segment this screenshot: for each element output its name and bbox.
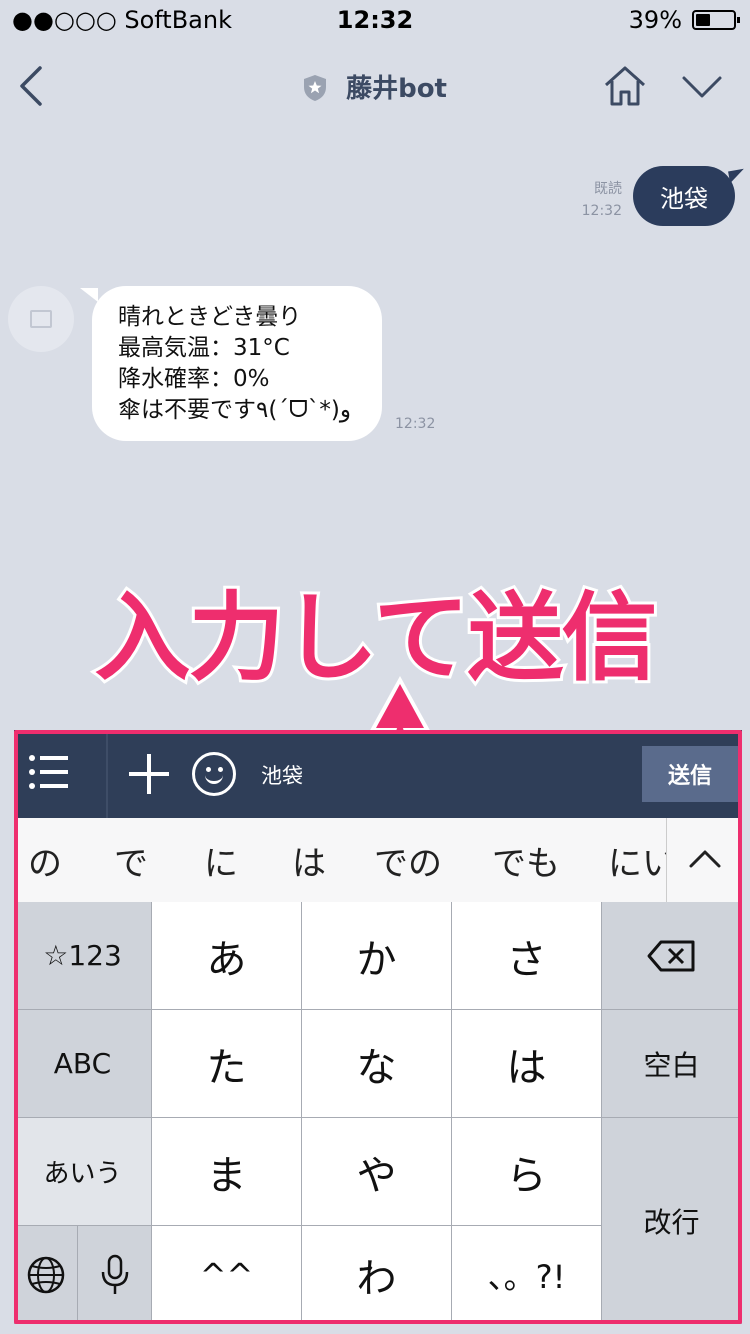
key-punctuation[interactable]: 、。?! xyxy=(452,1226,602,1324)
key-kaomoji[interactable]: ^^ xyxy=(152,1226,302,1324)
sent-message-text: 池袋 xyxy=(660,184,708,213)
emoji-icon[interactable] xyxy=(192,752,236,796)
candidate[interactable]: は xyxy=(292,836,326,885)
image-placeholder-icon xyxy=(30,310,52,328)
expand-candidates-button[interactable] xyxy=(666,818,742,902)
candidate[interactable]: の xyxy=(28,836,62,885)
chevron-down-icon[interactable] xyxy=(678,70,726,102)
message-line: 最高気温：31°C xyxy=(118,335,290,361)
key-ha[interactable]: は xyxy=(452,1010,602,1118)
return-key[interactable]: 改行 xyxy=(602,1118,742,1324)
message-meta: 既読 12:32 xyxy=(570,178,622,222)
candidate[interactable]: で xyxy=(114,836,148,885)
globe-key[interactable] xyxy=(14,1226,78,1324)
candidate[interactable]: に xyxy=(204,836,238,885)
key-ta[interactable]: た xyxy=(152,1010,302,1118)
message-input-bar: 池袋 送信 xyxy=(14,730,742,818)
received-message-bubble[interactable]: 晴れときどき曇り 最高気温：31°C 降水確率：0% 傘は不要です٩(ˊᗜˋ*)… xyxy=(80,286,382,441)
avatar[interactable] xyxy=(8,286,74,352)
status-right: 39% xyxy=(628,6,740,34)
prediction-bar: の で に は での でも にい xyxy=(14,818,742,903)
sent-message-bubble[interactable]: 池袋 xyxy=(633,166,735,226)
chat-header: 藤井bot xyxy=(0,40,750,132)
divider xyxy=(106,730,108,818)
home-icon[interactable] xyxy=(600,62,650,110)
battery-percent: 39% xyxy=(628,6,682,34)
space-key[interactable]: 空白 xyxy=(602,1010,742,1118)
sent-time: 12:32 xyxy=(581,203,622,219)
read-receipt: 既読 xyxy=(594,181,622,197)
key-sa[interactable]: さ xyxy=(452,902,602,1010)
globe-icon xyxy=(27,1256,64,1293)
key-a[interactable]: あ xyxy=(152,902,302,1010)
emoji-mouth xyxy=(205,771,223,784)
send-button[interactable]: 送信 xyxy=(642,746,738,802)
message-line: 降水確率：0% xyxy=(118,366,270,392)
key-symbols[interactable]: ☆123 xyxy=(14,902,152,1010)
key-wa[interactable]: わ xyxy=(302,1226,452,1324)
key-ma[interactable]: ま xyxy=(152,1118,302,1226)
plus-icon[interactable] xyxy=(127,752,171,796)
delete-key[interactable] xyxy=(602,902,742,1010)
battery-fill xyxy=(696,14,710,26)
microphone-icon xyxy=(101,1254,128,1294)
key-ka[interactable]: か xyxy=(302,902,452,1010)
message-input[interactable]: 池袋 xyxy=(261,760,303,790)
candidate[interactable]: での xyxy=(374,836,442,885)
candidate[interactable]: でも xyxy=(492,836,560,885)
key-ya[interactable]: や xyxy=(302,1118,452,1226)
key-ra[interactable]: ら xyxy=(452,1118,602,1226)
official-shield-icon xyxy=(304,75,327,101)
battery-icon xyxy=(692,10,740,30)
status-bar: ●●○○○ SoftBank 12:32 39% xyxy=(0,0,750,40)
message-line: 傘は不要です٩(ˊᗜˋ*)و xyxy=(118,397,352,423)
key-abc[interactable]: ABC xyxy=(14,1010,152,1118)
message-line: 晴れときどき曇り xyxy=(118,304,302,330)
menu-list-icon[interactable] xyxy=(28,752,70,792)
chevron-up-icon xyxy=(689,850,721,868)
mic-key[interactable] xyxy=(78,1226,152,1324)
kana-keyboard: ☆123 あ か さ ABC た な は 空白 あいう ま や ら 改行 ^^ … xyxy=(14,902,742,1324)
received-time: 12:32 xyxy=(395,416,436,432)
chat-title-text: 藤井bot xyxy=(346,74,447,104)
key-kana[interactable]: あいう xyxy=(14,1118,152,1226)
backspace-icon xyxy=(647,940,694,971)
key-na[interactable]: な xyxy=(302,1010,452,1118)
